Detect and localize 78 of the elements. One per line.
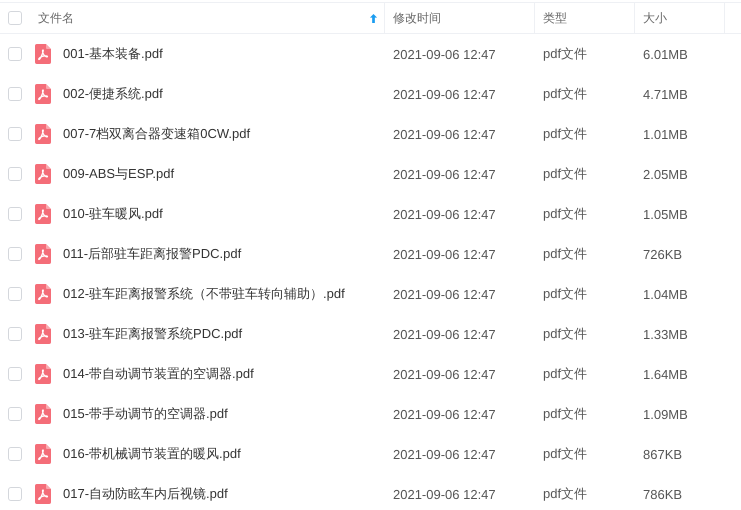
column-header[interactable]: 修改时间 xyxy=(385,3,535,33)
checkbox[interactable] xyxy=(8,247,22,261)
modified-time: 2021-09-06 12:47 xyxy=(393,326,496,342)
column-header[interactable]: 文件名 xyxy=(30,3,385,33)
file-name-link[interactable]: 001-基本装备.pdf xyxy=(63,45,163,63)
checkbox[interactable] xyxy=(8,167,22,181)
pdf-file-icon xyxy=(35,444,51,464)
modified-time: 2021-09-06 12:47 xyxy=(393,366,496,382)
file-size: 1.04MB xyxy=(643,286,688,302)
file-size: 867KB xyxy=(643,446,682,462)
file-type: pdf文件 xyxy=(543,405,588,423)
file-size: 1.05MB xyxy=(643,206,688,222)
pdf-file-icon xyxy=(35,204,51,224)
file-type: pdf文件 xyxy=(543,445,588,463)
pdf-file-icon xyxy=(35,484,51,504)
checkbox[interactable] xyxy=(8,127,22,141)
modified-time: 2021-09-06 12:47 xyxy=(393,166,496,182)
checkbox[interactable] xyxy=(8,287,22,301)
file-size: 786KB xyxy=(643,486,682,502)
file-type: pdf文件 xyxy=(543,485,588,503)
checkbox[interactable] xyxy=(8,87,22,101)
modified-time: 2021-09-06 12:47 xyxy=(393,486,496,502)
checkbox[interactable] xyxy=(8,207,22,221)
file-size: 4.71MB xyxy=(643,86,688,102)
checkbox[interactable] xyxy=(8,11,22,25)
pdf-file-icon xyxy=(35,164,51,184)
file-type: pdf文件 xyxy=(543,85,588,103)
file-name-link[interactable]: 010-驻车暖风.pdf xyxy=(63,205,163,223)
modified-time: 2021-09-06 12:47 xyxy=(393,206,496,222)
file-type: pdf文件 xyxy=(543,325,588,343)
file-size: 6.01MB xyxy=(643,46,688,62)
file-size: 726KB xyxy=(643,246,682,262)
file-size: 2.05MB xyxy=(643,166,688,182)
file-type: pdf文件 xyxy=(543,125,588,143)
file-name-link[interactable]: 013-驻车距离报警系统PDC.pdf xyxy=(63,325,242,343)
modified-time: 2021-09-06 12:47 xyxy=(393,406,496,422)
file-name-link[interactable]: 002-便捷系统.pdf xyxy=(63,85,163,103)
checkbox[interactable] xyxy=(8,447,22,461)
checkbox[interactable] xyxy=(8,367,22,381)
modified-time: 2021-09-06 12:47 xyxy=(393,446,496,462)
file-type: pdf文件 xyxy=(543,365,588,383)
file-type: pdf文件 xyxy=(543,45,588,63)
pdf-file-icon xyxy=(35,404,51,424)
file-size: 1.33MB xyxy=(643,326,688,342)
pdf-file-icon xyxy=(35,324,51,344)
file-name-link[interactable]: 007-7档双离合器变速箱0CW.pdf xyxy=(63,125,250,143)
file-size: 1.01MB xyxy=(643,126,688,142)
modified-time: 2021-09-06 12:47 xyxy=(393,126,496,142)
file-name-link[interactable]: 011-后部驻车距离报警PDC.pdf xyxy=(63,245,242,263)
file-name-link[interactable]: 016-带机械调节装置的暖风.pdf xyxy=(63,445,241,463)
file-type: pdf文件 xyxy=(543,245,588,263)
modified-time: 2021-09-06 12:47 xyxy=(393,286,496,302)
checkbox[interactable] xyxy=(8,407,22,421)
file-name-link[interactable]: 015-带手动调节的空调器.pdf xyxy=(63,405,228,423)
pdf-file-icon xyxy=(35,364,51,384)
checkbox[interactable] xyxy=(8,47,22,61)
file-name-link[interactable]: 014-带自动调节装置的空调器.pdf xyxy=(63,365,254,383)
file-type: pdf文件 xyxy=(543,285,588,303)
pdf-file-icon xyxy=(35,84,51,104)
modified-time: 2021-09-06 12:47 xyxy=(393,46,496,62)
modified-time: 2021-09-06 12:47 xyxy=(393,86,496,102)
file-name-link[interactable]: 009-ABS与ESP.pdf xyxy=(63,165,174,183)
file-size: 1.09MB xyxy=(643,406,688,422)
file-type: pdf文件 xyxy=(543,205,588,223)
checkbox[interactable] xyxy=(8,487,22,501)
pdf-file-icon xyxy=(35,124,51,144)
sort-arrow-icon[interactable] xyxy=(369,12,378,24)
column-header[interactable]: 大小 xyxy=(635,3,725,33)
modified-time: 2021-09-06 12:47 xyxy=(393,246,496,262)
file-name-link[interactable]: 017-自动防眩车内后视镜.pdf xyxy=(63,485,228,503)
pdf-file-icon xyxy=(35,284,51,304)
column-header[interactable]: 类型 xyxy=(535,3,635,33)
file-name-link[interactable]: 012-驻车距离报警系统（不带驻车转向辅助）.pdf xyxy=(63,285,345,303)
pdf-file-icon xyxy=(35,244,51,264)
pdf-file-icon xyxy=(35,44,51,64)
checkbox[interactable] xyxy=(8,327,22,341)
file-type: pdf文件 xyxy=(543,165,588,183)
file-size: 1.64MB xyxy=(643,366,688,382)
